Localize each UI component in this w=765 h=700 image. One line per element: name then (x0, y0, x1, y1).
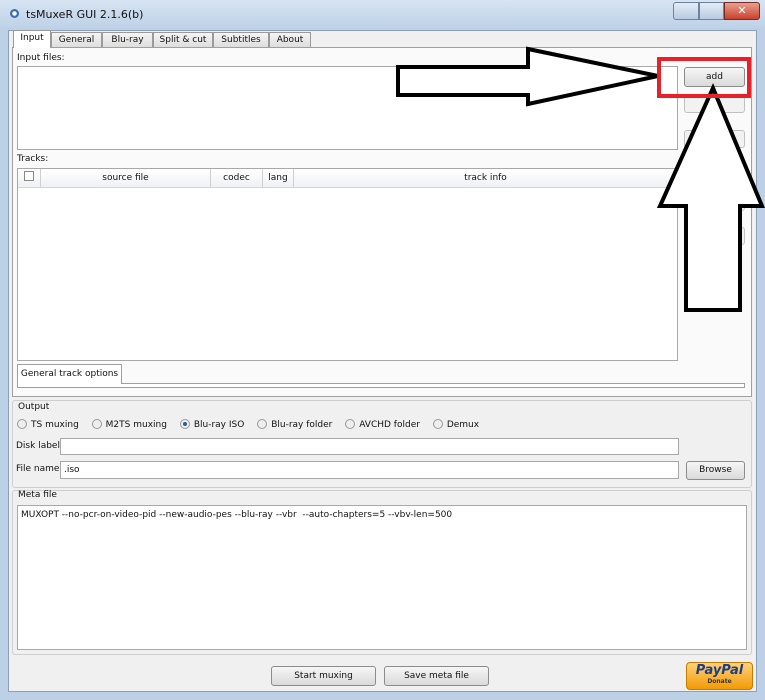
arrow-right-annotation (396, 46, 659, 107)
annotation-overlay (396, 46, 765, 312)
highlight-box (657, 57, 751, 98)
arrow-up-annotation (656, 82, 765, 312)
